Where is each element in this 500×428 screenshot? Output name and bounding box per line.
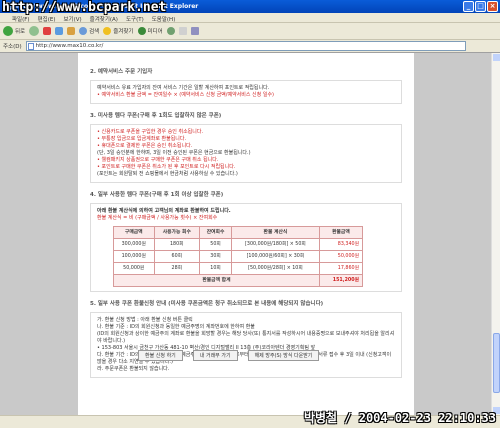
refund-formula: 환불 계산식 = 비 (구매금액 / 사용가능 횟수) × 잔여회수 [97,215,218,221]
total-label: 환불금액 합계 [113,274,320,287]
table-cell: [300,000원/180회] × 50회 [231,238,320,251]
table-row: 50,000원 28회 10회 [50,000원/28회] × 10회 17,8… [113,262,364,275]
section-unused-coupon: 3. 미사용 템다 쿠폰(구매 후 1회도 입찰하지 않은 쿠폰) • 신용카드… [90,111,402,183]
section-line: • 포인트로 구매한 쿠폰은 취소가 된 후 포인트로 다시 적립됩니다. [97,164,236,170]
watermark-url: http://www.bcpark.net [2,0,167,15]
address-bar: 주소(D) http://www.max10.co.kr/ [0,40,500,53]
close-icon[interactable]: × [487,1,498,12]
table-cell: 10회 [199,262,233,275]
table-cell: 30회 [199,250,233,263]
action-buttons: 환불 신청 하기 내 거래부 가기 해제 방주(S) 방식 다운받기 [138,350,320,361]
back-button[interactable]: 뒤로 [3,26,25,36]
total-value: 151,200원 [318,274,364,287]
section-line: 예약서비스 유료 가입자의 잔여 서비스 기간은 일할 계산하여 포인트로 적립… [97,85,270,91]
section-box: • 신용카드로 쿠폰을 구입한 경우 승인 취소됩니다. • 무통장 입금으로 … [90,124,402,183]
section-box: 아래 환불 계산식에 의하여 고객님의 계좌로 환불하여 드립니다. 환불 계산… [90,203,402,292]
section-line: • 예약서비스 환불 금액 = 잔여일수 × (예약서비스 신청 금액/예약서비… [97,92,275,98]
menu-help[interactable]: 도움말(H) [152,15,176,23]
table-total-row: 환불금액 합계 151,200원 [113,274,364,287]
window-controls: _ □ × [463,1,498,12]
menu-edit[interactable]: 편집(E) [38,15,56,23]
column-header: 환불금액 [318,226,364,239]
column-header: 사용가능 회수 [153,226,201,239]
refund-request-button[interactable]: 환불 신청 하기 [138,350,183,361]
scroll-up-icon[interactable] [493,54,500,61]
section-box: 가. 환불 신청 방법 : 아래 환불 신청 버튼 클릭 나. 환불 기준 : … [90,312,402,378]
table-cell: 60회 [153,250,201,263]
search-button[interactable]: 검색 [79,27,99,35]
watermark-signature: 박병철 / 2004-02-23 22:10:33 [303,411,496,425]
column-header: 구매금액 [113,226,155,239]
section-refund-guide: 5. 일부 사용 쿠폰 환불신청 안내 (미사용 쿠폰금액은 청구 취소되므로 … [90,299,402,378]
refund-page: 2. 예약서비스 주문 기입자 예약서비스 유료 가입자의 잔여 서비스 기간은… [78,53,414,415]
back-arrow-icon [3,26,13,36]
browser-viewport: 2. 예약서비스 주문 기입자 예약서비스 유료 가입자의 잔여 서비스 기간은… [0,53,491,415]
column-header: 환불 계산식 [231,226,320,239]
section-heading: 2. 예약서비스 주문 기입자 [90,69,153,75]
minimize-icon[interactable]: _ [463,1,474,12]
section-line: (단, 3일 승인분에 한하며, 3일 이전 승인된 쿠폰은 현금으로 환불됩니… [97,150,251,156]
my-account-button[interactable]: 내 거래부 가기 [192,350,238,361]
section-heading: 4. 일부 사용한 템다 쿠폰(구매 후 1회 이상 입찰한 쿠폰) [90,192,224,198]
favorites-button[interactable]: 즐겨찾기 [103,27,134,35]
address-input[interactable]: http://www.max10.co.kr/ [25,41,466,51]
section-reservation: 2. 예약서비스 주문 기입자 예약서비스 유료 가입자의 잔여 서비스 기간은… [90,67,402,104]
maximize-icon[interactable]: □ [475,1,486,12]
table-cell: 300,000원 [113,238,155,251]
menu-favorites[interactable]: 즐겨찾기(A) [90,15,118,23]
media-icon [137,27,146,35]
section-intro: 아래 환불 계산식에 의하여 고객님의 계좌로 환불하여 드립니다. [97,208,231,214]
table-row: 100,000원 60회 30회 [100,000원/60회] × 30회 50… [113,250,364,263]
table-cell: 100,000원 [113,250,155,263]
section-line: 라. 주문쿠폰은 환불되지 않습니다. [97,366,170,372]
table-cell: 180회 [153,238,201,251]
section-line: (포인트는 회원탈퇴 전 쇼핑몰에서 현금처럼 사용하실 수 있습니다.) [97,171,238,177]
column-header: 잔여회수 [199,226,233,239]
print-icon[interactable] [190,27,199,35]
table-cell: [100,000원/60회] × 30회 [231,250,320,263]
download-form-button[interactable]: 해제 방주(S) 방식 다운받기 [247,350,320,361]
menu-view[interactable]: 보기(V) [63,15,81,23]
table-header-row: 구매금액 사용가능 회수 잔여회수 환불 계산식 환불금액 [113,226,364,239]
page-icon [27,43,34,50]
table-cell: 83,340원 [318,238,364,251]
scroll-thumb[interactable] [493,333,500,393]
refund-table: 구매금액 사용가능 회수 잔여회수 환불 계산식 환불금액 300,000원 1… [113,226,364,287]
menu-tools[interactable]: 도구(T) [126,15,144,23]
table-cell: 50,000원 [318,250,364,263]
refresh-icon[interactable] [55,27,64,35]
section-partial-coupon: 4. 일부 사용한 템다 쿠폰(구매 후 1회 이상 입찰한 쿠폰) 아래 환불… [90,190,402,292]
table-cell: 50,000원 [113,262,155,275]
section-line: • 무통장 입금으로 입금계좌로 환불됩니다. [97,136,187,142]
mail-icon[interactable] [178,27,187,35]
section-line: 가. 환불 신청 방법 : 아래 환불 신청 버튼 클릭 [97,317,193,323]
vertical-scrollbar[interactable] [491,53,500,415]
section-line: • 신용카드로 쿠폰을 구입한 경우 승인 취소됩니다. [97,129,204,135]
home-icon[interactable] [67,27,76,35]
section-box: 예약서비스 유료 가입자의 잔여 서비스 기간은 일할 계산하여 포인트로 적립… [90,80,402,104]
section-line: 나. 환불 기준 : ID의 회원신청과 동일한 예금주명의 계좌번호에 한하여… [97,324,255,330]
table-cell: 28회 [153,262,201,275]
menu-file[interactable]: 파일(F) [12,15,30,23]
section-heading: 3. 미사용 템다 쿠폰(구매 후 1회도 입찰하지 않은 쿠폰) [90,113,222,119]
media-button[interactable]: 미디어 [137,27,163,35]
table-row: 300,000원 180회 50회 [300,000원/180회] × 50회 … [113,238,364,251]
section-line: (ID의 회원신청과 상이한 예금주의 계좌로 환불을 희망할 경우는 해당 당… [97,331,395,344]
address-label: 주소(D) [3,44,22,50]
section-line: • 휴대폰으로 결제한 쿠폰은 승인 취소됩니다. [97,143,193,149]
table-cell: 50회 [199,238,233,251]
section-heading: 5. 일부 사용 쿠폰 환불신청 안내 (미사용 쿠폰금액은 청구 취소되므로 … [90,301,324,307]
stop-icon[interactable] [43,27,52,35]
history-icon[interactable] [166,27,175,35]
table-cell: [50,000원/28회] × 10회 [231,262,320,275]
forward-arrow-icon[interactable] [29,26,40,36]
star-icon [103,27,112,35]
toolbar: 뒤로 검색 즐겨찾기 미디어 [0,23,500,40]
table-cell: 17,860원 [318,262,364,275]
search-icon [79,27,88,35]
section-line: • 웰컴패키지 상품권으로 구매한 쿠폰은 구매 취소 됩니다. [97,157,219,163]
